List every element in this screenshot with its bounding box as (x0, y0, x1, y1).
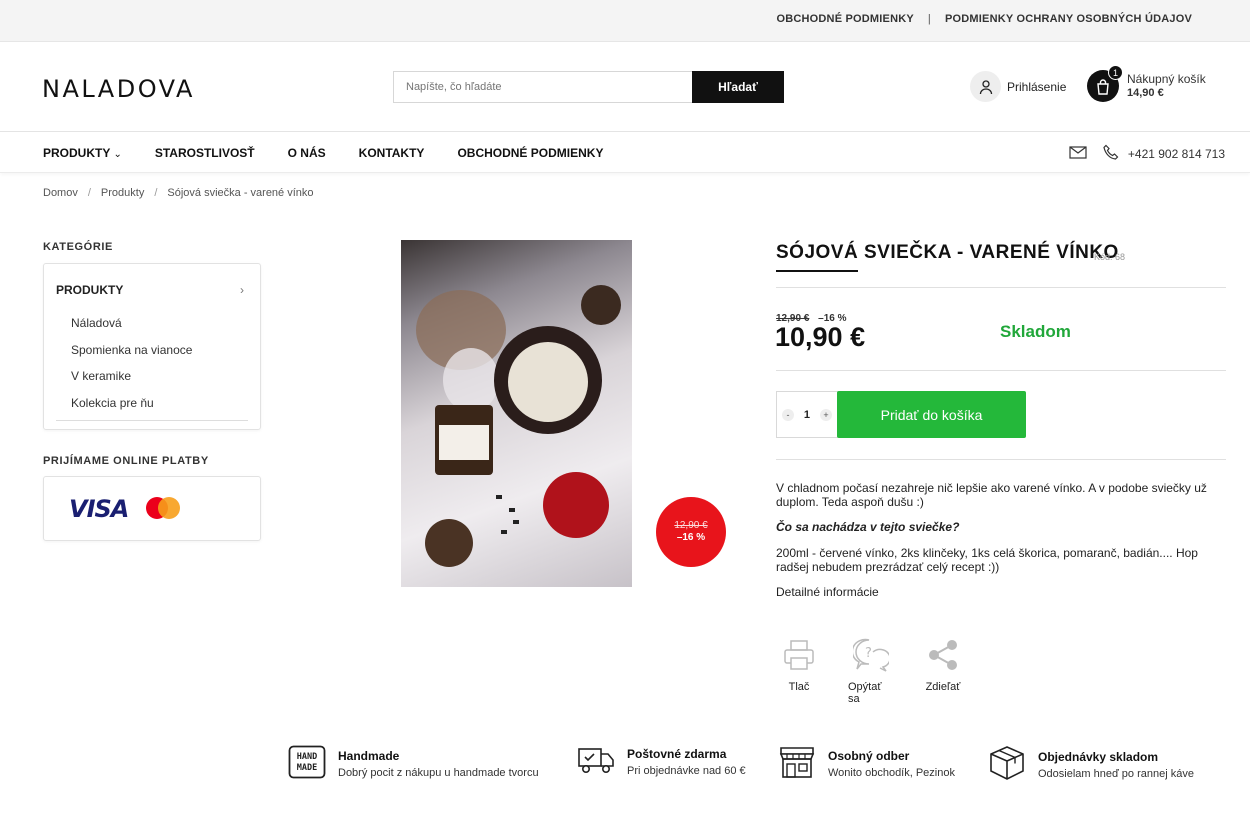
discount-badge: 12,90 € –16 % (656, 497, 726, 567)
delivery-truck-icon (577, 745, 615, 780)
nav-item-obchodne-podmienky[interactable]: OBCHODNÉ PODMIENKY (457, 146, 603, 160)
discount-badge-percent: –16 % (676, 532, 706, 543)
discount-badge-old-price: 12,90 € (674, 520, 708, 531)
top-links: OBCHODNÉ PODMIENKY | PODMIENKY OCHRANY O… (776, 13, 1192, 25)
print-button[interactable]: Tlač (776, 638, 822, 705)
search-input[interactable] (393, 71, 692, 103)
divider (776, 459, 1226, 460)
description-intro: V chladnom počasí nezahreje nič lepšie a… (776, 481, 1207, 509)
login-label: Prihlásenie (1007, 79, 1067, 94)
divider (776, 287, 1226, 288)
product-code: Kód: 68 (1094, 252, 1126, 262)
title-underline (776, 270, 858, 272)
cart-count-badge: 1 (1108, 65, 1123, 80)
feature-pickup: Osobný odber Wonito obchodík, Pezinok (778, 745, 955, 784)
handmade-icon: HAND MADE (288, 745, 326, 784)
cart-total: 14,90 € (1127, 86, 1164, 99)
qty-value[interactable]: 1 (804, 409, 810, 421)
nav-item-kontakty[interactable]: KONTAKTY (359, 146, 425, 160)
description-heading: Čo sa nachádza v tejto sviečke? (776, 520, 960, 534)
product-title: SÓJOVÁ SVIEČKA - VARENÉ VÍNKO (776, 242, 1119, 263)
printer-icon (782, 638, 816, 675)
login-link[interactable]: Prihlásenie (970, 71, 1066, 102)
product-image[interactable] (401, 240, 632, 587)
stock-status: Skladom (1000, 322, 1071, 341)
top-links-separator: | (927, 13, 931, 25)
category-spomienka-na-vianoce[interactable]: Spomienka na vianoce (71, 343, 192, 357)
svg-text:?: ? (865, 646, 872, 661)
chevron-right-icon: › (240, 283, 244, 297)
shopping-bag-icon: 1 (1087, 65, 1123, 102)
feature-title: Poštovné zdarma (627, 746, 727, 761)
price: 10,90 € (775, 322, 866, 352)
cart-button[interactable]: 1 Nákupný košík 14,90 € (1087, 65, 1206, 102)
add-to-cart-button[interactable]: Pridať do košíka (837, 391, 1026, 438)
category-v-keramike[interactable]: V keramike (71, 369, 131, 383)
svg-text:HAND: HAND (297, 752, 317, 762)
cart-label: Nákupný košík (1127, 71, 1206, 86)
feature-text: Wonito obchodík, Pezinok (828, 766, 955, 779)
phone-number: +421 902 814 713 (1127, 147, 1225, 161)
main-nav: PRODUKTY ⌄ STAROSTLIVOSŤ O NÁS KONTAKTY … (0, 132, 1250, 173)
breadcrumb-home[interactable]: Domov (43, 187, 78, 199)
payments-box: VISA (43, 476, 261, 541)
feature-text: Pri objednávke nad 60 € (627, 764, 746, 777)
qty-plus-button[interactable]: + (820, 408, 832, 421)
phone-icon (1103, 144, 1120, 164)
breadcrumb-separator: / (154, 187, 158, 199)
chevron-down-icon: ⌄ (113, 149, 122, 160)
feature-title: Objednávky skladom (1038, 749, 1159, 764)
payments-heading: PRIJÍMAME ONLINE PLATBY (43, 455, 209, 467)
user-icon (970, 71, 1001, 102)
feature-title: Handmade (338, 748, 400, 763)
visa-logo: VISA (69, 495, 129, 523)
quantity-stepper: - 1 + (776, 391, 838, 438)
search-button[interactable]: Hľadať (692, 71, 784, 103)
share-button[interactable]: Zdieľať (920, 638, 966, 705)
phone-link[interactable]: +421 902 814 713 (1103, 144, 1225, 164)
ask-label: Opýtať sa (848, 681, 882, 705)
feature-free-shipping: Poštovné zdarma Pri objednávke nad 60 € (577, 745, 746, 780)
feature-handmade: HAND MADE Handmade Dobrý pocit z nákupu u … (288, 745, 539, 784)
share-icon (926, 638, 960, 675)
breadcrumb-current: Sójová sviečka - varené vínko (167, 187, 314, 199)
breadcrumb: Domov / Produkty / Sójová sviečka - vare… (43, 187, 314, 199)
category-kolekcia-pre-nu[interactable]: Kolekcia pre ňu (71, 396, 154, 410)
nav-item-o-nas[interactable]: O NÁS (288, 146, 326, 160)
email-icon[interactable] (1069, 146, 1087, 162)
svg-text:MADE: MADE (297, 763, 317, 773)
nav-item-produkty[interactable]: PRODUKTY ⌄ (43, 146, 122, 160)
categories-box: PRODUKTY › Náladová Spomienka na vianoce… (43, 263, 261, 430)
breadcrumb-separator: / (87, 187, 91, 199)
feature-in-stock: Objednávky skladom Odosielam hneď po rann… (988, 745, 1194, 786)
breadcrumb-products[interactable]: Produkty (101, 187, 144, 199)
print-label: Tlač (788, 681, 810, 693)
privacy-link[interactable]: PODMIENKY OCHRANY OSOBNÝCH ÚDAJOV (945, 13, 1192, 25)
divider (776, 370, 1226, 371)
qty-minus-button[interactable]: - (781, 408, 794, 421)
mastercard-logo (146, 497, 180, 519)
top-bar: OBCHODNÉ PODMIENKY | PODMIENKY OCHRANY O… (0, 0, 1250, 42)
ask-button[interactable]: ? Opýtať sa (848, 638, 894, 705)
nav-item-starostlivost[interactable]: STAROSTLIVOSŤ (155, 146, 255, 160)
feature-text: Dobrý pocit z nákupu u handmade tvorcu (338, 766, 539, 779)
question-bubble-icon: ? (851, 638, 891, 675)
categories-heading: KATEGÓRIE (43, 241, 113, 253)
header: NALADOVA Hľadať Prihlásenie 1 Nákupný ko… (0, 42, 1250, 132)
search-bar: Hľadať (393, 71, 784, 103)
product-actions: Tlač ? Opýtať sa Zdieľať (776, 638, 966, 705)
share-label: Zdieľať (925, 681, 961, 693)
terms-link[interactable]: OBCHODNÉ PODMIENKY (776, 13, 913, 25)
shop-icon (778, 745, 816, 784)
divider (56, 420, 248, 421)
feature-title: Osobný odber (828, 748, 910, 763)
category-produkty[interactable]: PRODUKTY › (56, 283, 244, 297)
description-ingredients: 200ml - červené vínko, 2ks klinčeky, 1ks… (776, 546, 1198, 574)
logo[interactable]: NALADOVA (42, 75, 195, 103)
box-icon (988, 745, 1026, 786)
feature-text: Odosielam hneď po rannej káve (1038, 767, 1194, 780)
details-link[interactable]: Detailné informácie (776, 585, 1216, 599)
category-naladova[interactable]: Náladová (71, 316, 122, 330)
